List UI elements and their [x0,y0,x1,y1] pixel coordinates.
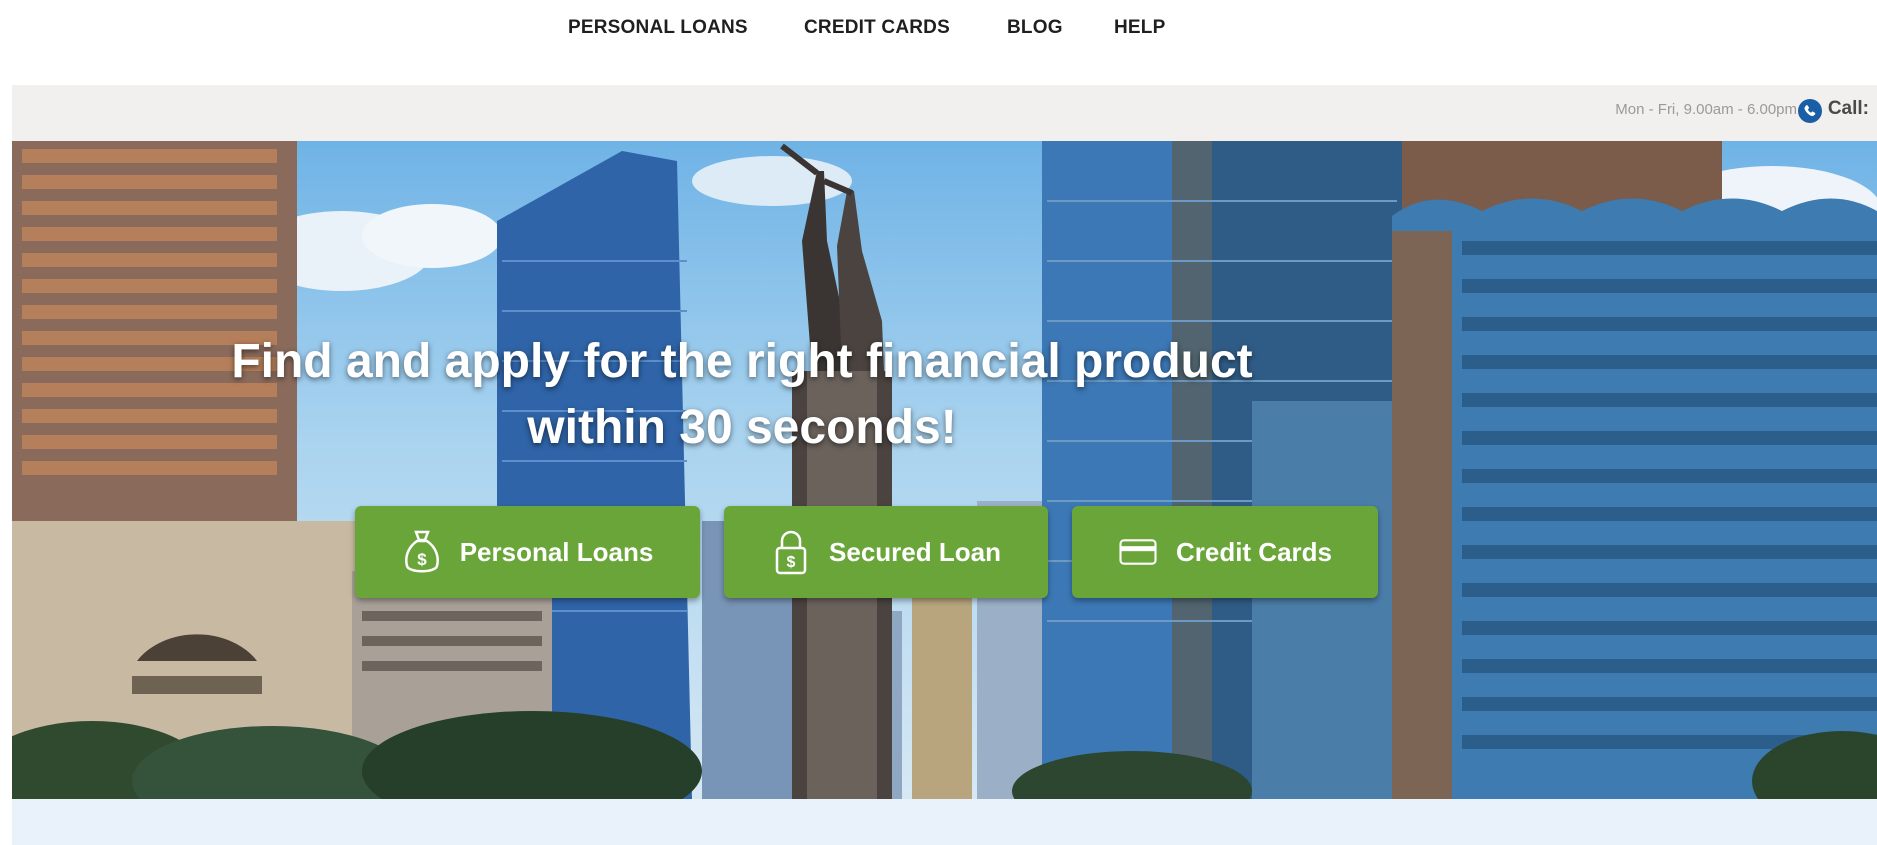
content-strip [12,799,1877,845]
secured-loan-button[interactable]: $ Secured Loan [724,506,1048,598]
call-label[interactable]: Call: [1828,98,1869,120]
top-navigation: PERSONAL LOANS CREDIT CARDS BLOG HELP [0,0,1877,78]
credit-cards-button[interactable]: Credit Cards [1072,506,1378,598]
secured-loan-label: Secured Loan [829,536,1001,567]
credit-cards-label: Credit Cards [1175,536,1333,567]
hero-headline: Find and apply for the right financial p… [212,329,1272,461]
padlock-dollar-icon: $ [771,527,811,577]
office-hours: Mon - Fri, 9.00am - 6.00pm [1615,101,1797,118]
hero-banner: Find and apply for the right financial p… [12,141,1877,799]
nav-blog[interactable]: BLOG [1007,17,1063,39]
nav-help[interactable]: HELP [1114,17,1165,39]
personal-loans-button[interactable]: $ Personal Loans [355,506,700,598]
hero-headline-line1: Find and apply for the right financial p… [231,335,1253,388]
nav-personal-loans[interactable]: PERSONAL LOANS [568,17,748,39]
svg-text:$: $ [417,550,427,569]
personal-loans-label: Personal Loans [459,536,654,567]
info-bar: Mon - Fri, 9.00am - 6.00pm Call: [12,85,1877,141]
svg-text:$: $ [787,554,796,571]
city-skyline-background [12,141,1877,799]
phone-icon[interactable] [1798,99,1822,123]
credit-card-icon [1118,527,1158,577]
hero-headline-line2: within 30 seconds! [527,401,957,454]
money-bag-icon: $ [402,527,442,577]
nav-credit-cards[interactable]: CREDIT CARDS [804,17,950,39]
